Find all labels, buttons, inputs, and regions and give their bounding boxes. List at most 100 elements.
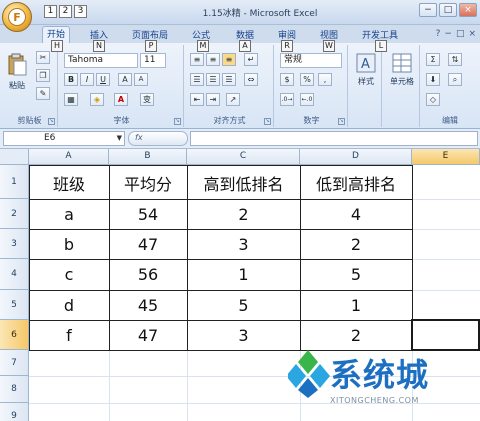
increase-indent-icon[interactable]: ⇥: [206, 93, 220, 106]
cell-d2[interactable]: 4: [300, 199, 412, 229]
paste-button[interactable]: 粘贴: [4, 51, 30, 101]
align-bottom-icon[interactable]: ≡: [222, 53, 236, 66]
ribbon-close-icon[interactable]: ×: [468, 29, 476, 39]
ribbon-restore-icon[interactable]: □: [456, 29, 465, 39]
formula-input[interactable]: [190, 131, 478, 146]
name-box[interactable]: E6 ▼: [3, 131, 125, 146]
cell-a5[interactable]: d: [29, 290, 109, 320]
cell-a3[interactable]: b: [29, 229, 109, 259]
styles-button[interactable]: A 样式: [352, 51, 380, 103]
qat-key-1[interactable]: 1: [44, 5, 57, 18]
format-painter-icon[interactable]: ✎: [36, 87, 50, 100]
sort-filter-icon[interactable]: ⇅: [448, 53, 462, 66]
help-icon[interactable]: ?: [436, 29, 441, 39]
number-format-select[interactable]: 常规: [280, 53, 342, 68]
font-label: 字体: [113, 116, 130, 125]
cell-a1[interactable]: 班级: [29, 166, 109, 199]
orientation-icon[interactable]: ↗: [226, 93, 240, 106]
cell-d1[interactable]: 低到高排名: [300, 166, 412, 199]
borders-icon[interactable]: ▦: [64, 93, 78, 106]
cell-b6[interactable]: 47: [109, 320, 187, 350]
cell-d3[interactable]: 2: [300, 229, 412, 259]
restore-button[interactable]: □: [439, 3, 457, 17]
cell-a2[interactable]: a: [29, 199, 109, 229]
column-header-e[interactable]: E: [412, 149, 480, 165]
wrap-text-icon[interactable]: ↵: [244, 53, 258, 66]
currency-icon[interactable]: $: [280, 73, 294, 86]
decrease-decimal-icon[interactable]: ←.0: [300, 93, 314, 106]
cell-c1[interactable]: 高到低排名: [187, 166, 300, 199]
row-header-4[interactable]: 4: [0, 259, 29, 290]
fx-button[interactable]: fx: [128, 131, 188, 146]
minimize-button[interactable]: −: [419, 3, 437, 17]
find-icon[interactable]: ⌕: [448, 73, 462, 86]
row-header-7[interactable]: 7: [0, 350, 29, 376]
font-size-select[interactable]: 11: [140, 53, 166, 68]
row-header-5[interactable]: 5: [0, 290, 29, 320]
select-all-button[interactable]: [0, 149, 29, 165]
cell-b1[interactable]: 平均分: [109, 166, 187, 199]
cell-c6[interactable]: 3: [187, 320, 300, 350]
chevron-down-icon[interactable]: ▼: [117, 132, 122, 145]
cell-b5[interactable]: 45: [109, 290, 187, 320]
font-launcher-icon[interactable]: ↘: [174, 118, 181, 125]
cell-b2[interactable]: 54: [109, 199, 187, 229]
ribbon-minimize-icon[interactable]: −: [444, 29, 452, 39]
increase-decimal-icon[interactable]: .0→: [280, 93, 294, 106]
font-name-select[interactable]: Tahoma: [64, 53, 138, 68]
office-button[interactable]: F: [2, 2, 32, 32]
align-center-icon[interactable]: ☰: [206, 73, 220, 86]
clear-icon[interactable]: ◇: [426, 93, 440, 106]
column-header-b[interactable]: B: [109, 149, 187, 165]
bold-button[interactable]: B: [64, 73, 78, 86]
column-header-d[interactable]: D: [300, 149, 412, 165]
cell-a4[interactable]: c: [29, 259, 109, 290]
row-header-2[interactable]: 2: [0, 199, 29, 229]
decrease-indent-icon[interactable]: ⇤: [190, 93, 204, 106]
qat-key-3[interactable]: 3: [74, 5, 87, 18]
cell-c3[interactable]: 3: [187, 229, 300, 259]
cell-d5[interactable]: 1: [300, 290, 412, 320]
align-top-icon[interactable]: ≡: [190, 53, 204, 66]
clipboard-launcher-icon[interactable]: ↘: [48, 118, 55, 125]
cells-button[interactable]: 单元格: [386, 51, 418, 103]
percent-button[interactable]: %: [300, 73, 314, 86]
keytip-home: H: [51, 40, 63, 52]
font-color-icon[interactable]: A: [114, 93, 128, 106]
align-right-icon[interactable]: ☰: [222, 73, 236, 86]
row-header-6[interactable]: 6: [0, 320, 29, 350]
alignment-label: 对齐方式: [213, 116, 246, 125]
row-header-1[interactable]: 1: [0, 165, 29, 199]
grow-font-button[interactable]: A: [118, 73, 132, 86]
row-header-9[interactable]: 9: [0, 403, 29, 421]
autosum-icon[interactable]: Σ: [426, 53, 440, 66]
close-button[interactable]: ×: [459, 3, 477, 17]
column-header-c[interactable]: C: [187, 149, 300, 165]
cell-a6[interactable]: f: [29, 320, 109, 350]
number-launcher-icon[interactable]: ↘: [338, 118, 345, 125]
row-header-8[interactable]: 8: [0, 376, 29, 403]
column-header-a[interactable]: A: [29, 149, 109, 165]
phonetic-button[interactable]: 变: [140, 93, 154, 106]
cell-b4[interactable]: 56: [109, 259, 187, 290]
cell-b3[interactable]: 47: [109, 229, 187, 259]
fill-color-icon[interactable]: ◈: [90, 93, 104, 106]
shrink-font-button[interactable]: A: [134, 73, 148, 86]
underline-button[interactable]: U: [96, 73, 110, 86]
row-header-3[interactable]: 3: [0, 229, 29, 259]
alignment-launcher-icon[interactable]: ↘: [264, 118, 271, 125]
cell-c2[interactable]: 2: [187, 199, 300, 229]
align-left-icon[interactable]: ☰: [190, 73, 204, 86]
window-title: 1.15冰精 - Microsoft Excel: [202, 9, 318, 19]
qat-key-2[interactable]: 2: [59, 5, 72, 18]
cell-c4[interactable]: 1: [187, 259, 300, 290]
cut-icon[interactable]: ✂: [36, 51, 50, 64]
cell-c5[interactable]: 5: [187, 290, 300, 320]
fill-icon[interactable]: ⬇: [426, 73, 440, 86]
cell-d4[interactable]: 5: [300, 259, 412, 290]
align-middle-icon[interactable]: ≡: [206, 53, 220, 66]
comma-button[interactable]: ,: [318, 73, 332, 86]
merge-center-icon[interactable]: ⇔: [244, 73, 258, 86]
italic-button[interactable]: I: [80, 73, 94, 86]
copy-icon[interactable]: ❐: [36, 69, 50, 82]
